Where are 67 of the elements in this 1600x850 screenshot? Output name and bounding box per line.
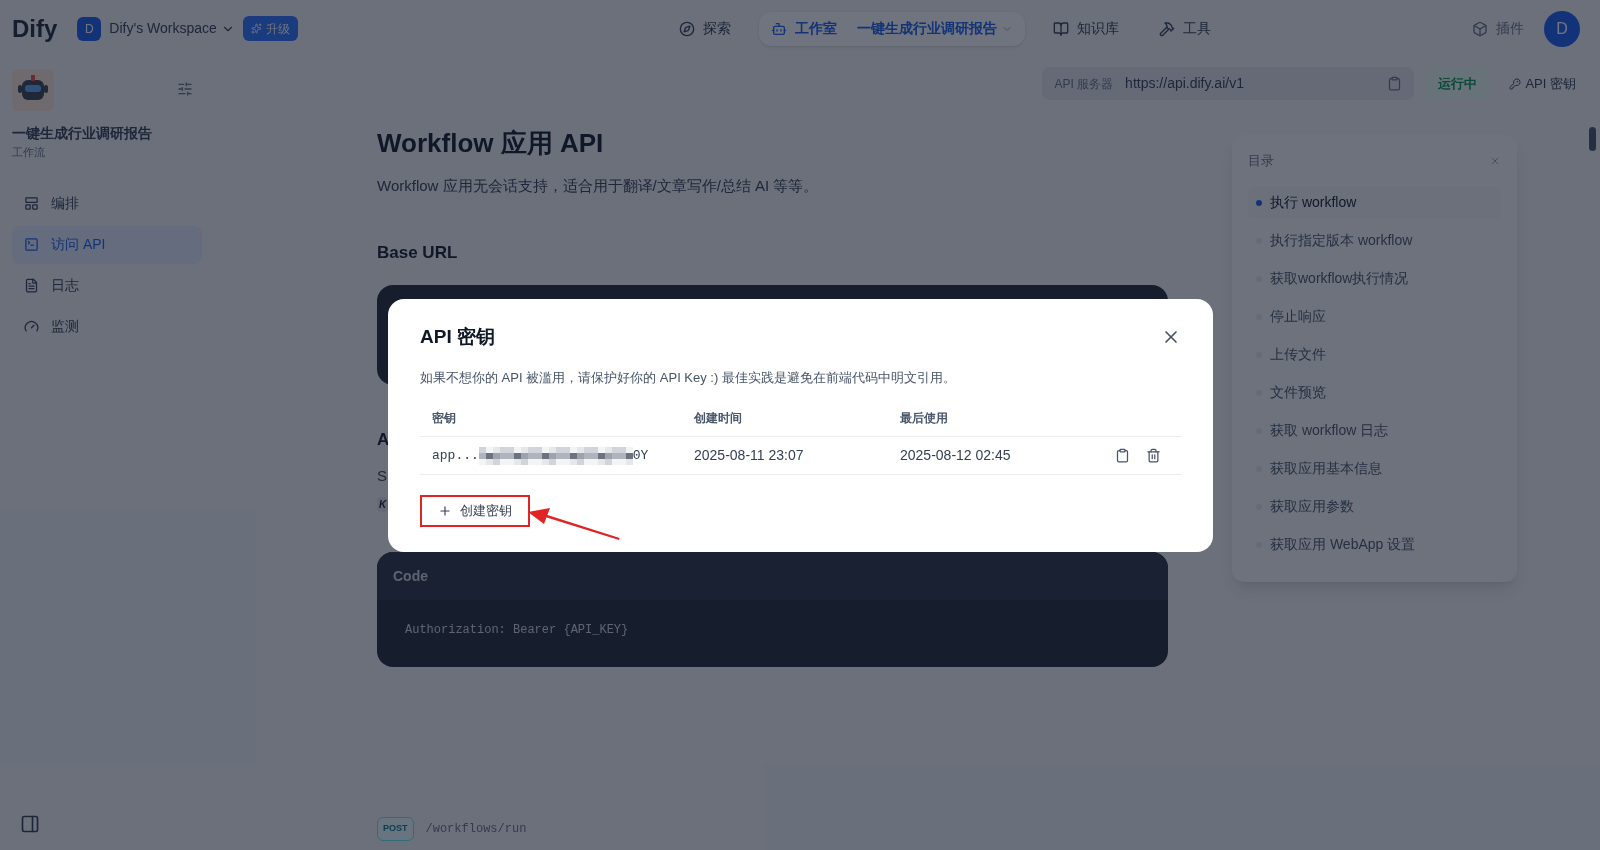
dialog-description: 如果不想你的 API 被滥用，请保护好你的 API Key :) 最佳实践是避免在前端代码中明文引用。 <box>420 368 957 387</box>
copy-icon[interactable] <box>1115 448 1130 463</box>
table-cell-text: 2025-08-11 23:07 <box>694 446 805 465</box>
upgrade-button[interactable]: 升级 <box>242 16 298 41</box>
compass-icon <box>678 20 695 37</box>
key-prefix: app... <box>432 446 479 465</box>
nav-tab[interactable]: 探索 <box>666 11 743 46</box>
column-header: 密钥 <box>432 409 457 427</box>
sidebar-item[interactable]: 日志 <box>12 266 202 305</box>
toc-item[interactable]: 获取 workflow 日志 <box>1248 414 1501 447</box>
nav-tab[interactable]: 知识库 <box>1040 11 1131 46</box>
robot-icon <box>770 20 787 37</box>
toc-item[interactable]: 获取应用参数 <box>1248 490 1501 523</box>
sidebar-item[interactable]: 监测 <box>12 307 202 346</box>
section-heading: A <box>377 429 390 451</box>
app-breadcrumb[interactable]: 一键生成行业调研报告 <box>856 18 1013 39</box>
layout-icon <box>24 196 39 211</box>
toc-item[interactable]: 上传文件 <box>1248 338 1501 371</box>
delete-icon[interactable] <box>1146 448 1161 463</box>
page-title: Workflow 应用 API <box>377 127 605 160</box>
scrollbar <box>1589 127 1596 151</box>
section-heading: Base URL <box>377 241 459 264</box>
dialog-title: API 密钥 <box>420 325 495 349</box>
sidebar-item[interactable]: 编排 <box>12 184 202 223</box>
toc-title: 目录 <box>1248 152 1274 170</box>
nav-tab[interactable]: 工具 <box>1146 11 1223 46</box>
app-name: 一键生成行业调研报告 <box>12 124 153 143</box>
key-tag: K <box>377 497 389 512</box>
robot-avatar <box>12 69 54 111</box>
panel-toggle-icon[interactable] <box>20 814 40 834</box>
workspace-switcher[interactable]: Dify's Workspace <box>109 18 235 39</box>
key-suffix: 0Y <box>632 446 649 465</box>
document-icon <box>24 278 39 293</box>
nav-tab[interactable]: 工作室 <box>770 18 837 39</box>
sidebar-item[interactable]: 访问 API <box>12 225 202 264</box>
column-header: 创建时间 <box>694 409 743 427</box>
toc-item[interactable]: 执行指定版本 workflow <box>1248 224 1501 257</box>
hammer-icon <box>1158 20 1175 37</box>
plugins-button[interactable]: 插件 <box>1472 18 1524 39</box>
key-icon <box>1509 77 1522 90</box>
endpoint-path: /workflows/run <box>425 820 527 838</box>
logo[interactable]: Dify <box>12 10 58 47</box>
api-key-button[interactable]: API 密钥 <box>1501 73 1584 94</box>
book-icon <box>1052 20 1069 37</box>
clipboard-icon[interactable] <box>1387 76 1403 91</box>
terminal-icon <box>24 237 39 252</box>
section-text: S <box>377 465 387 486</box>
user-avatar[interactable]: D <box>1544 10 1580 47</box>
table-cell-text: 2025-08-12 02:45 <box>900 446 1012 465</box>
toc-item[interactable]: 文件预览 <box>1248 376 1501 409</box>
sparkle-icon <box>250 23 262 34</box>
page-description: Workflow 应用无会话支持，适合用于翻译/文章写作/总结 AI 等等。 <box>377 176 820 196</box>
method-badge: POST <box>377 817 414 841</box>
code-title: Code <box>393 566 428 586</box>
toc-item[interactable]: 停止响应 <box>1248 300 1501 333</box>
settings-icon[interactable] <box>177 81 193 97</box>
gauge-icon <box>24 319 39 334</box>
api-server-url: https://api.dify.ai/v1 <box>1125 74 1245 93</box>
plus-icon <box>438 504 452 518</box>
toc-item[interactable]: 获取workflow执行情况 <box>1248 262 1501 295</box>
create-key-button[interactable]: 创建密钥 <box>420 495 530 527</box>
toc-item[interactable]: 获取应用基本信息 <box>1248 452 1501 485</box>
code-text: Authorization: Bearer {API_KEY} <box>405 623 629 637</box>
column-header: 最后使用 <box>900 409 949 427</box>
cube-icon <box>1472 20 1488 37</box>
toc-item[interactable]: 获取应用 WebApp 设置 <box>1248 528 1501 561</box>
workspace-avatar: D <box>77 16 102 41</box>
